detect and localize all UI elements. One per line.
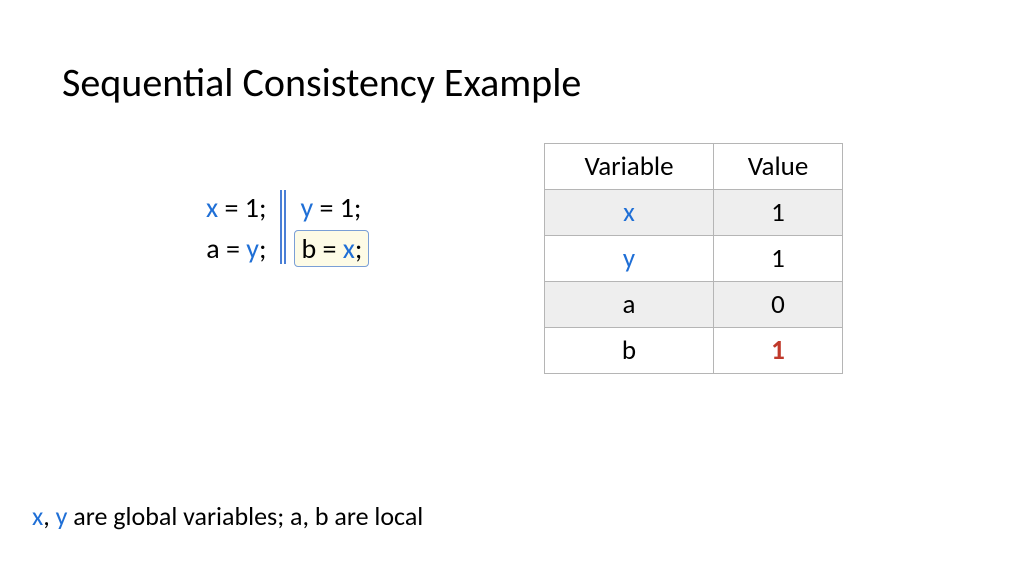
stmt-text: b =	[301, 231, 342, 266]
table-row: y1	[545, 236, 843, 282]
cell-value: 1	[714, 236, 843, 282]
var-x: x	[32, 500, 43, 532]
var-y: y	[246, 231, 259, 266]
footnote-text: ,	[43, 500, 55, 532]
thread2-stmt1: y = 1;	[300, 190, 363, 225]
highlighted-stmt: b = x;	[294, 230, 369, 267]
var-x: x	[206, 190, 218, 225]
table-row: b1	[545, 328, 843, 374]
cell-variable: x	[545, 190, 714, 236]
var-y: y	[300, 190, 313, 225]
thread1-column: x = 1; a = y;	[200, 190, 272, 266]
thread2-column: y = 1; b = x;	[294, 190, 369, 266]
thread1-stmt2: a = y;	[206, 231, 266, 266]
cell-value: 1	[714, 190, 843, 236]
slide-title: Sequential Consistency Example	[62, 58, 581, 107]
cell-variable: b	[545, 328, 714, 374]
stmt-text: = 1;	[218, 190, 266, 225]
table-row: x1	[545, 190, 843, 236]
stmt-text: a =	[206, 231, 246, 266]
table-row: a0	[545, 282, 843, 328]
var-x: x	[343, 231, 355, 266]
header-value: Value	[714, 144, 843, 190]
table-header-row: Variable Value	[545, 144, 843, 190]
footnote-text: are global variables; a, b are local	[67, 500, 423, 532]
cell-variable: y	[545, 236, 714, 282]
stmt-text: = 1;	[313, 190, 361, 225]
stmt-text: ;	[259, 231, 267, 266]
variable-table: Variable Value x1y1a0b1	[544, 143, 843, 374]
thread2-stmt2: b = x;	[300, 231, 363, 266]
code-area: x = 1; a = y; y = 1; b = x;	[200, 190, 369, 266]
cell-variable: a	[545, 282, 714, 328]
var-y: y	[56, 500, 68, 532]
thread1-stmt1: x = 1;	[206, 190, 266, 225]
cell-value: 0	[714, 282, 843, 328]
parallel-divider	[280, 190, 286, 264]
stmt-text: ;	[355, 231, 363, 266]
cell-value: 1	[714, 328, 843, 374]
header-variable: Variable	[545, 144, 714, 190]
footnote: x, y are global variables; a, b are loca…	[32, 500, 423, 532]
